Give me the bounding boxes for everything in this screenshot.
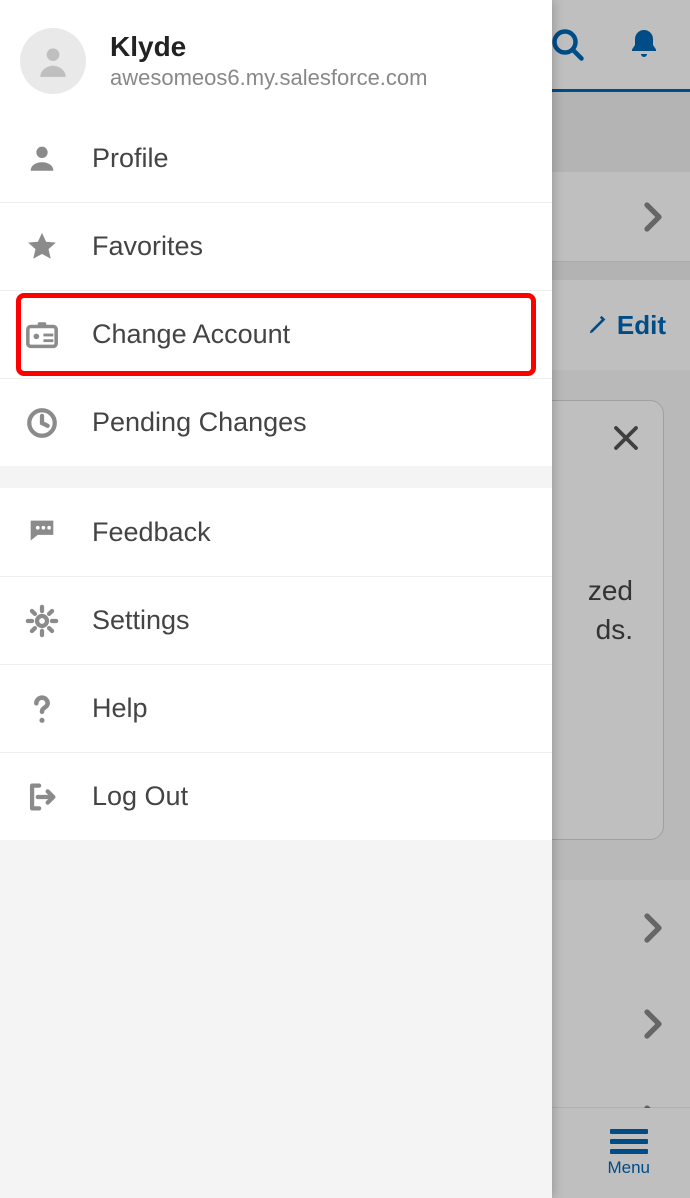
clock-icon: [20, 406, 64, 440]
id-card-icon: [20, 318, 64, 352]
drawer-group-2: Feedback Settings Help Log Out: [0, 488, 552, 840]
gear-icon: [20, 604, 64, 638]
user-org: awesomeos6.my.salesforce.com: [110, 65, 428, 91]
drawer-item-label: Help: [92, 693, 148, 724]
drawer-item-label: Pending Changes: [92, 407, 307, 438]
drawer-item-label: Feedback: [92, 517, 211, 548]
drawer-item-label: Log Out: [92, 781, 188, 812]
star-icon: [20, 230, 64, 264]
person-icon: [20, 141, 64, 175]
avatar: [20, 28, 86, 94]
drawer-item-label: Change Account: [92, 319, 290, 350]
drawer-item-label: Favorites: [92, 231, 203, 262]
drawer-item-label: Settings: [92, 605, 190, 636]
drawer-item-feedback[interactable]: Feedback: [0, 488, 552, 576]
drawer-item-change-account[interactable]: Change Account: [0, 290, 552, 378]
drawer-group-1: Profile Favorites Change Account Pending…: [0, 114, 552, 466]
drawer-item-favorites[interactable]: Favorites: [0, 202, 552, 290]
logout-icon: [20, 780, 64, 814]
question-icon: [20, 692, 64, 726]
person-icon: [34, 42, 72, 80]
drawer-filler: [0, 840, 552, 1198]
user-name: Klyde: [110, 31, 428, 63]
drawer-item-profile[interactable]: Profile: [0, 114, 552, 202]
drawer-divider: [0, 466, 552, 488]
drawer-item-pending-changes[interactable]: Pending Changes: [0, 378, 552, 466]
side-drawer: Klyde awesomeos6.my.salesforce.com Profi…: [0, 0, 552, 1198]
drawer-item-settings[interactable]: Settings: [0, 576, 552, 664]
drawer-item-help[interactable]: Help: [0, 664, 552, 752]
drawer-item-log-out[interactable]: Log Out: [0, 752, 552, 840]
user-header[interactable]: Klyde awesomeos6.my.salesforce.com: [0, 0, 552, 114]
drawer-item-label: Profile: [92, 143, 169, 174]
chat-icon: [20, 515, 64, 549]
